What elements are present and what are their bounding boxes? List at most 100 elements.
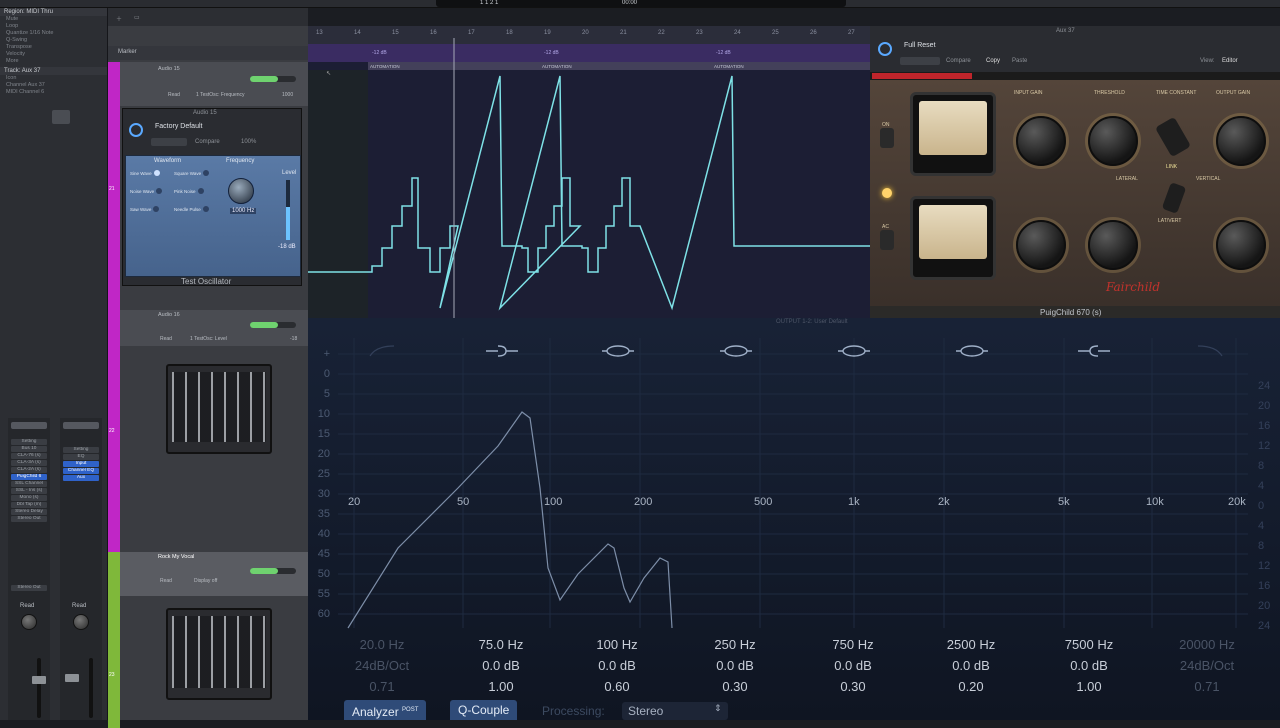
bell-band-2-icon[interactable] xyxy=(836,344,872,358)
zoom-select[interactable]: 100% xyxy=(241,139,256,145)
waveform-radio[interactable] xyxy=(153,170,160,176)
region-param-row[interactable]: Transpose xyxy=(0,44,107,51)
band-gain[interactable]: 24dB/Oct xyxy=(332,655,432,676)
track-name-1[interactable]: Audio 15 xyxy=(158,66,180,72)
frequency-value[interactable]: 1000 Hz xyxy=(230,208,257,214)
level-slider[interactable] xyxy=(286,180,290,240)
high-shelf-band-icon[interactable] xyxy=(1076,344,1112,358)
region-param-row[interactable]: Mute xyxy=(0,16,107,23)
low-shelf-band-icon[interactable] xyxy=(600,344,636,358)
plugin-slot[interactable]: CLA-3A (s) xyxy=(11,460,47,466)
band-frequency[interactable]: 7500 Hz xyxy=(1039,634,1139,655)
band-frequency[interactable]: 2500 Hz xyxy=(921,634,1021,655)
band-frequency[interactable]: 250 Hz xyxy=(685,634,785,655)
copy-button[interactable]: Copy xyxy=(986,58,1000,64)
plugin-slot[interactable]: Stereo Out xyxy=(11,516,47,522)
track-name-2[interactable]: Audio 16 xyxy=(158,312,180,318)
waveform-radio[interactable] xyxy=(203,170,210,176)
waveform-option[interactable]: Sine Wave xyxy=(130,170,160,176)
track-name-3[interactable]: Rock My Vocal xyxy=(158,554,194,560)
eq-thumbnail-right[interactable] xyxy=(63,422,99,429)
region-param-row[interactable]: Velocity xyxy=(0,51,107,58)
region-param-row[interactable]: Loop xyxy=(0,23,107,30)
output-gain-knob-vertical[interactable] xyxy=(1216,220,1266,270)
track-automation-mode-3[interactable]: Read xyxy=(160,578,172,584)
track-automation-param-3[interactable]: Display off xyxy=(194,578,217,584)
track-automation-param-2[interactable]: 1 TestOsc: Level xyxy=(190,336,227,342)
track-param-row[interactable]: MIDI Channel 6 xyxy=(0,89,107,96)
plugin-slot[interactable]: Setting xyxy=(11,439,47,445)
band-frequency[interactable]: 75.0 Hz xyxy=(451,634,551,655)
track-volume-slider-3[interactable] xyxy=(250,568,296,574)
plugin-slot[interactable]: Stereo Delay xyxy=(11,509,47,515)
track-volume-slider-2[interactable] xyxy=(250,322,296,328)
band-q[interactable]: 0.60 xyxy=(567,676,667,697)
fader-cap-right[interactable] xyxy=(65,674,79,682)
processing-select[interactable]: Stereo ⇕ xyxy=(622,702,728,720)
plugin-slot[interactable]: Mono (s) xyxy=(11,495,47,501)
output-gain-knob[interactable] xyxy=(1216,116,1266,166)
band-gain[interactable]: 0.0 dB xyxy=(685,655,785,676)
track-automation-value-1[interactable]: 1000 xyxy=(282,92,293,98)
power-icon[interactable] xyxy=(129,123,143,137)
high-cut-off-icon[interactable] xyxy=(1192,344,1228,358)
q-couple-button[interactable]: Q-Couple xyxy=(450,700,518,720)
track-param-row[interactable]: Icon xyxy=(0,75,107,82)
automation-editor[interactable]: 13 14 15 16 17 18 19 20 21 22 23 24 25 26 27 -12 dB -12… xyxy=(308,26,870,318)
threshold-knob-vertical[interactable] xyxy=(1088,220,1138,270)
track-automation-param-1[interactable]: 1 TestOsc: Frequency xyxy=(196,92,245,98)
band-frequency[interactable]: 20000 Hz xyxy=(1157,634,1257,655)
track-inspector-header[interactable]: Track: Aux 37 xyxy=(0,67,107,75)
waveform-radio[interactable] xyxy=(156,188,163,194)
input-gain-knob-vertical[interactable] xyxy=(1016,220,1066,270)
frequency-knob[interactable] xyxy=(228,178,254,204)
waveform-option[interactable]: Square Wave xyxy=(174,170,210,176)
band-q[interactable]: 1.00 xyxy=(451,676,551,697)
preset-name[interactable]: Full Reset xyxy=(904,42,936,49)
power-icon[interactable] xyxy=(878,42,892,56)
band-gain[interactable]: 0.0 dB xyxy=(451,655,551,676)
band-q[interactable]: 0.71 xyxy=(332,676,432,697)
on-switch[interactable] xyxy=(880,128,894,148)
output-slot[interactable]: Stereo Out xyxy=(11,585,47,591)
region-param-row[interactable]: Quantize 1/16 Note xyxy=(0,30,107,37)
band-q[interactable]: 1.00 xyxy=(1039,676,1139,697)
input-gain-knob[interactable] xyxy=(1016,116,1066,166)
plugin-slot[interactable]: SSL Channel xyxy=(11,481,47,487)
track-param-row[interactable]: Channel Aux 37 xyxy=(0,82,107,89)
eq-thumbnail[interactable] xyxy=(11,422,47,429)
level-value[interactable]: -18 dB xyxy=(278,244,296,250)
band-q[interactable]: 0.20 xyxy=(921,676,1021,697)
automation-mode-label-right[interactable]: Read xyxy=(72,603,86,609)
track-header-1[interactable]: Audio 15 Read 1 TestOsc: Frequency 1000 xyxy=(120,62,308,106)
region-param-row[interactable]: Q-Swing xyxy=(0,37,107,44)
pan-knob[interactable] xyxy=(21,614,37,630)
compare-button[interactable]: Compare xyxy=(946,58,971,64)
track-automation-mode-2[interactable]: Read xyxy=(160,336,172,342)
waveform-option[interactable]: Saw Wave xyxy=(130,206,160,212)
compare-button[interactable]: Compare xyxy=(195,139,220,145)
volume-fader-right[interactable] xyxy=(89,658,93,718)
eq-graph[interactable] xyxy=(308,338,1280,634)
track-header-2[interactable]: Audio 16 Read 1 TestOsc: Level -18 xyxy=(120,310,308,346)
low-cut-off-icon[interactable] xyxy=(364,344,400,358)
bell-band-3-icon[interactable] xyxy=(954,344,990,358)
waveform-radio[interactable] xyxy=(202,206,209,212)
band-q[interactable]: 0.30 xyxy=(685,676,785,697)
view-select[interactable]: Editor xyxy=(1222,58,1238,64)
plugin-slot[interactable]: SSL - Ins (s) xyxy=(11,488,47,494)
plugin-slot[interactable]: PuigChild 6 xyxy=(11,474,47,480)
ac-switch[interactable] xyxy=(880,230,894,250)
band-frequency[interactable]: 750 Hz xyxy=(803,634,903,655)
waveform-radio[interactable] xyxy=(197,188,204,194)
band-q[interactable]: 0.71 xyxy=(1157,676,1257,697)
bell-band-1-icon[interactable] xyxy=(718,344,754,358)
plugin-slot[interactable]: Dbl Tap (m) xyxy=(11,502,47,508)
band-gain[interactable]: 0.0 dB xyxy=(803,655,903,676)
plugin-slot[interactable]: Channel EQ xyxy=(63,468,99,474)
plugin-slot[interactable]: Input xyxy=(63,461,99,467)
plugin-slot[interactable]: Bus 10 xyxy=(11,446,47,452)
volume-fader-left[interactable] xyxy=(37,658,41,718)
testosc-preset[interactable]: Factory Default xyxy=(155,123,202,130)
band-gain[interactable]: 24dB/Oct xyxy=(1157,655,1257,676)
